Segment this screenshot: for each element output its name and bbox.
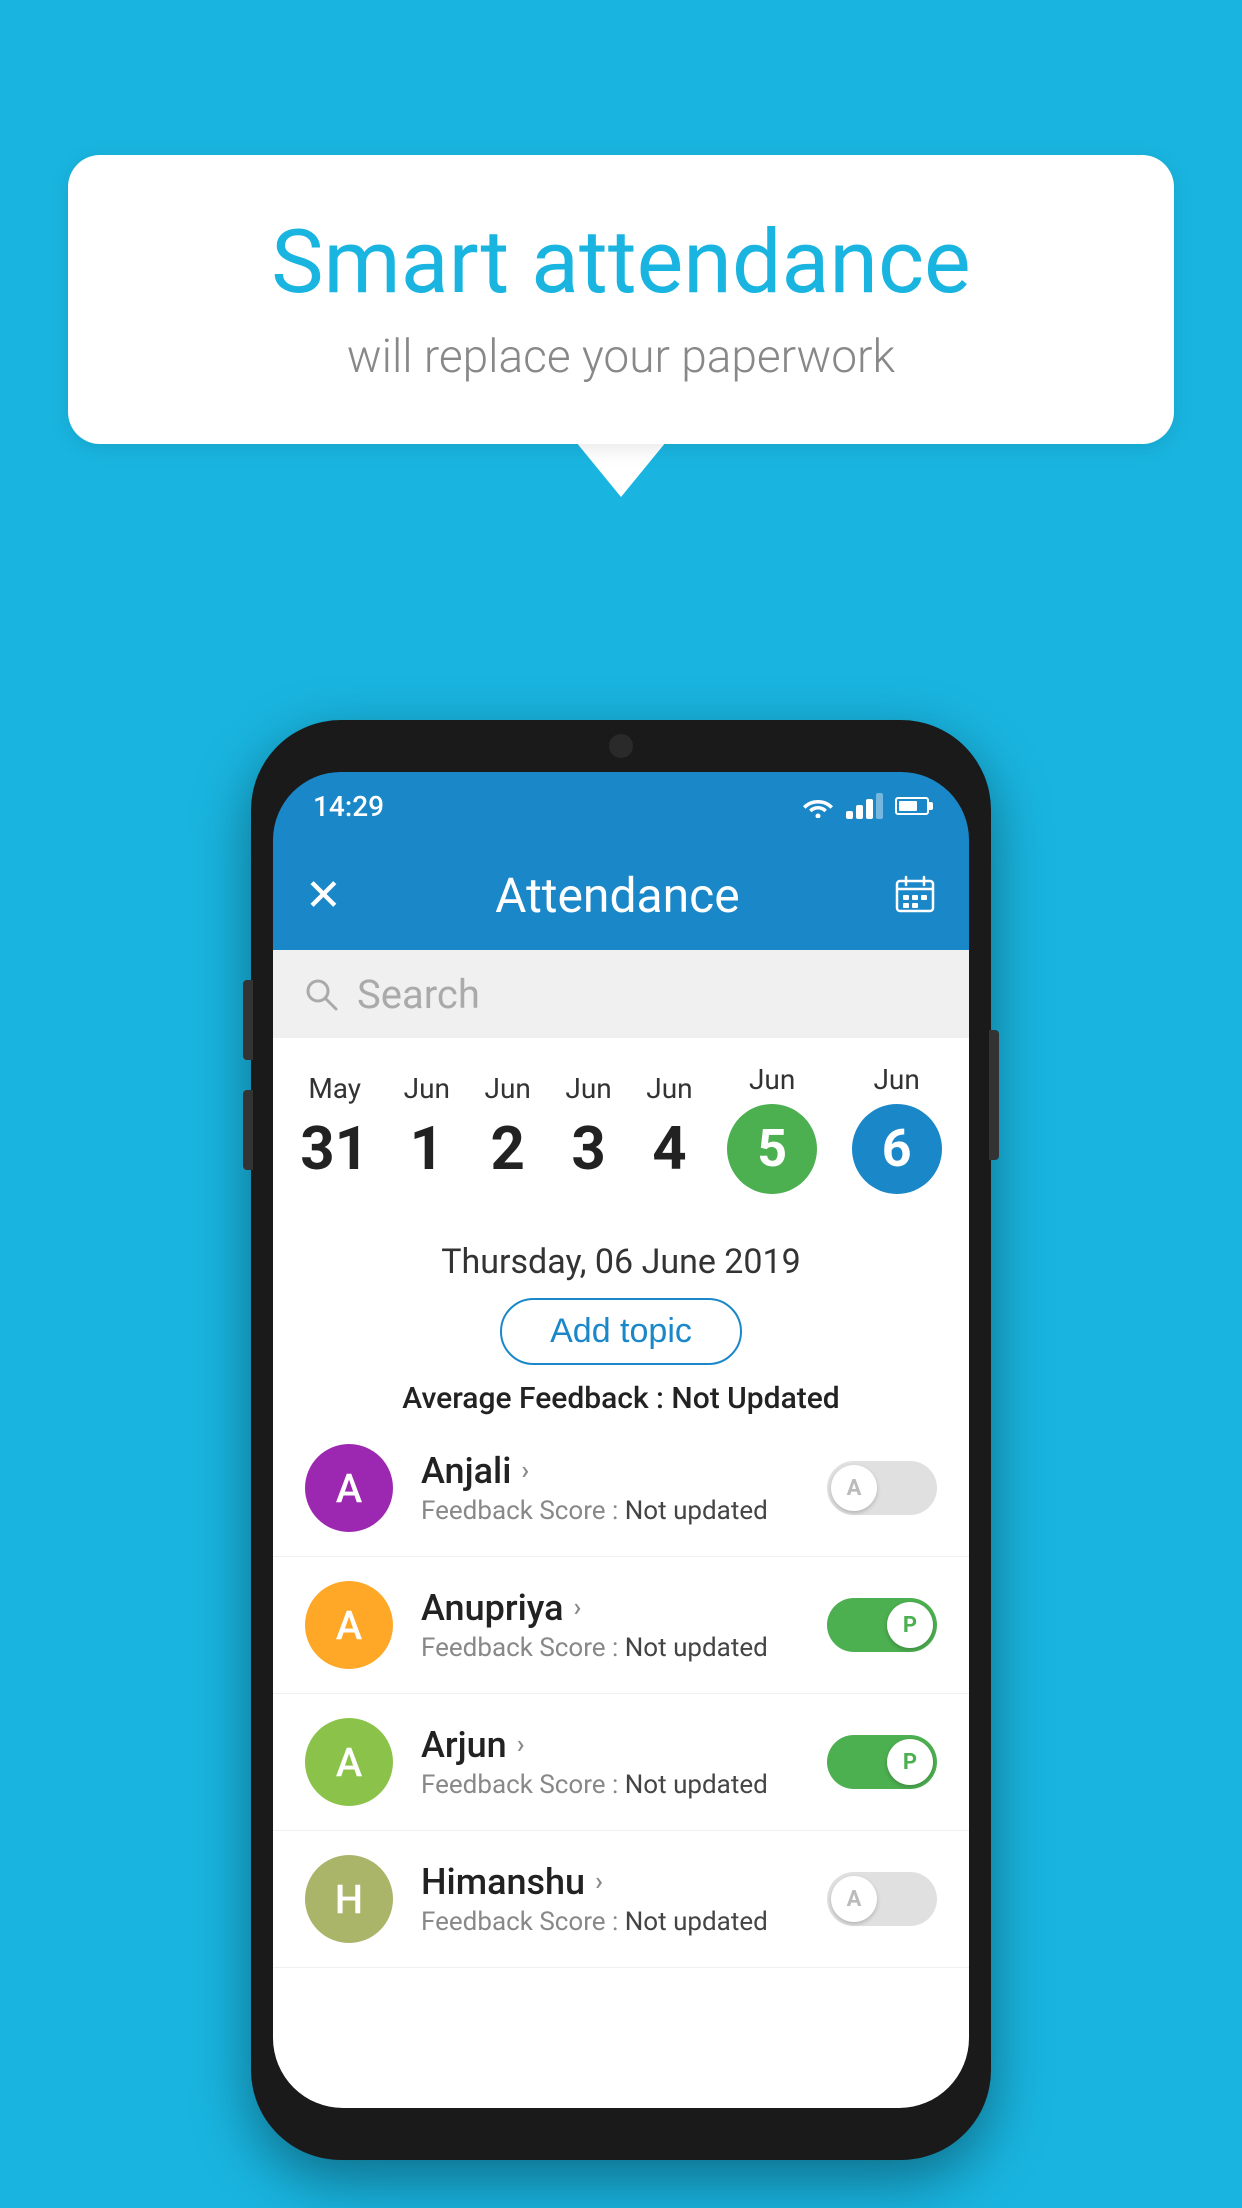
- date-scroll[interactable]: May 31 Jun 1 Jun 2 Jun 3 Jun 4 Jun 5 Jun 6: [273, 1038, 969, 1218]
- add-topic-button[interactable]: Add topic: [500, 1298, 742, 1365]
- date-day: 2: [490, 1113, 524, 1184]
- speech-bubble-arrow: [576, 442, 666, 497]
- phone-camera: [609, 734, 633, 758]
- toggle-container[interactable]: P: [827, 1735, 937, 1789]
- speech-bubble-container: Smart attendance will replace your paper…: [68, 155, 1174, 497]
- chevron-icon: ›: [517, 1730, 525, 1760]
- date-item[interactable]: Jun 2: [485, 1072, 531, 1184]
- attendance-toggle[interactable]: A: [827, 1872, 937, 1926]
- phone-button-volume-down: [243, 1090, 253, 1170]
- avatar: H: [305, 1855, 393, 1943]
- date-month: Jun: [485, 1072, 531, 1105]
- student-name: Anjali ›: [421, 1450, 799, 1492]
- battery-icon: [895, 797, 929, 815]
- list-item[interactable]: A Anupriya › Feedback Score : Not updated P: [273, 1557, 969, 1694]
- date-day: 5: [727, 1104, 817, 1194]
- date-item[interactable]: Jun 6: [852, 1063, 942, 1194]
- date-month: May: [308, 1072, 361, 1105]
- chevron-icon: ›: [595, 1867, 603, 1897]
- date-day: 4: [652, 1113, 686, 1184]
- toggle-container[interactable]: P: [827, 1598, 937, 1652]
- toggle-container[interactable]: A: [827, 1872, 937, 1926]
- phone-body: 14:29: [251, 720, 991, 2160]
- speech-bubble-title: Smart attendance: [148, 215, 1094, 312]
- student-feedback: Feedback Score : Not updated: [421, 1770, 799, 1800]
- date-month: Jun: [749, 1063, 795, 1096]
- student-feedback: Feedback Score : Not updated: [421, 1633, 799, 1663]
- attendance-toggle[interactable]: A: [827, 1461, 937, 1515]
- date-item[interactable]: Jun 5: [727, 1063, 817, 1194]
- date-item[interactable]: Jun 1: [404, 1072, 450, 1184]
- date-month: Jun: [646, 1072, 692, 1105]
- phone-button-power: [989, 1030, 999, 1160]
- wifi-icon: [802, 794, 834, 818]
- avatar: A: [305, 1581, 393, 1669]
- speech-bubble: Smart attendance will replace your paper…: [68, 155, 1174, 444]
- chevron-icon: ›: [574, 1593, 582, 1623]
- info-section: Thursday, 06 June 2019 Add topic Average…: [273, 1218, 969, 1435]
- student-name: Anupriya ›: [421, 1587, 799, 1629]
- toggle-knob: A: [831, 1876, 877, 1922]
- status-bar: 14:29: [273, 772, 969, 840]
- student-name: Himanshu ›: [421, 1861, 799, 1903]
- signal-icon: [846, 793, 883, 819]
- date-item[interactable]: May 31: [300, 1072, 369, 1184]
- speech-bubble-subtitle: will replace your paperwork: [148, 330, 1094, 384]
- date-day: 6: [852, 1104, 942, 1194]
- app-title: Attendance: [495, 867, 740, 924]
- chevron-icon: ›: [521, 1456, 529, 1486]
- avg-feedback: Average Feedback : Not Updated: [402, 1381, 839, 1416]
- date-month: Jun: [565, 1072, 611, 1105]
- phone-notch: [551, 720, 691, 772]
- search-placeholder: Search: [357, 971, 480, 1018]
- list-item[interactable]: H Himanshu › Feedback Score : Not updated A: [273, 1831, 969, 1968]
- toggle-knob: P: [887, 1739, 933, 1785]
- toggle-container[interactable]: A: [827, 1461, 937, 1515]
- date-day: 3: [571, 1113, 605, 1184]
- date-item[interactable]: Jun 3: [565, 1072, 611, 1184]
- toggle-knob: P: [887, 1602, 933, 1648]
- search-bar[interactable]: Search: [273, 950, 969, 1038]
- list-item[interactable]: A Anjali › Feedback Score : Not updated A: [273, 1420, 969, 1557]
- status-icons: [802, 793, 929, 819]
- phone: 14:29: [251, 720, 991, 2160]
- app-bar: ✕ Attendance: [273, 840, 969, 950]
- student-list: AAnjali ›Feedback Score : Not updatedAAA…: [273, 1420, 969, 2108]
- student-info: Himanshu › Feedback Score : Not updated: [421, 1861, 799, 1937]
- phone-button-volume-up: [243, 980, 253, 1060]
- selected-date-label: Thursday, 06 June 2019: [441, 1242, 801, 1282]
- toggle-knob: A: [831, 1465, 877, 1511]
- close-button[interactable]: ✕: [305, 869, 342, 921]
- date-month: Jun: [873, 1063, 919, 1096]
- status-time: 14:29: [313, 790, 384, 823]
- calendar-icon[interactable]: [893, 873, 937, 917]
- avatar: A: [305, 1718, 393, 1806]
- date-day: 31: [300, 1113, 369, 1184]
- student-info: Anjali › Feedback Score : Not updated: [421, 1450, 799, 1526]
- list-item[interactable]: A Arjun › Feedback Score : Not updated P: [273, 1694, 969, 1831]
- search-icon: [303, 976, 339, 1012]
- student-name: Arjun ›: [421, 1724, 799, 1766]
- date-item[interactable]: Jun 4: [646, 1072, 692, 1184]
- date-day: 1: [410, 1113, 444, 1184]
- student-feedback: Feedback Score : Not updated: [421, 1496, 799, 1526]
- attendance-toggle[interactable]: P: [827, 1598, 937, 1652]
- student-feedback: Feedback Score : Not updated: [421, 1907, 799, 1937]
- avatar: A: [305, 1444, 393, 1532]
- student-info: Anupriya › Feedback Score : Not updated: [421, 1587, 799, 1663]
- student-info: Arjun › Feedback Score : Not updated: [421, 1724, 799, 1800]
- date-month: Jun: [404, 1072, 450, 1105]
- attendance-toggle[interactable]: P: [827, 1735, 937, 1789]
